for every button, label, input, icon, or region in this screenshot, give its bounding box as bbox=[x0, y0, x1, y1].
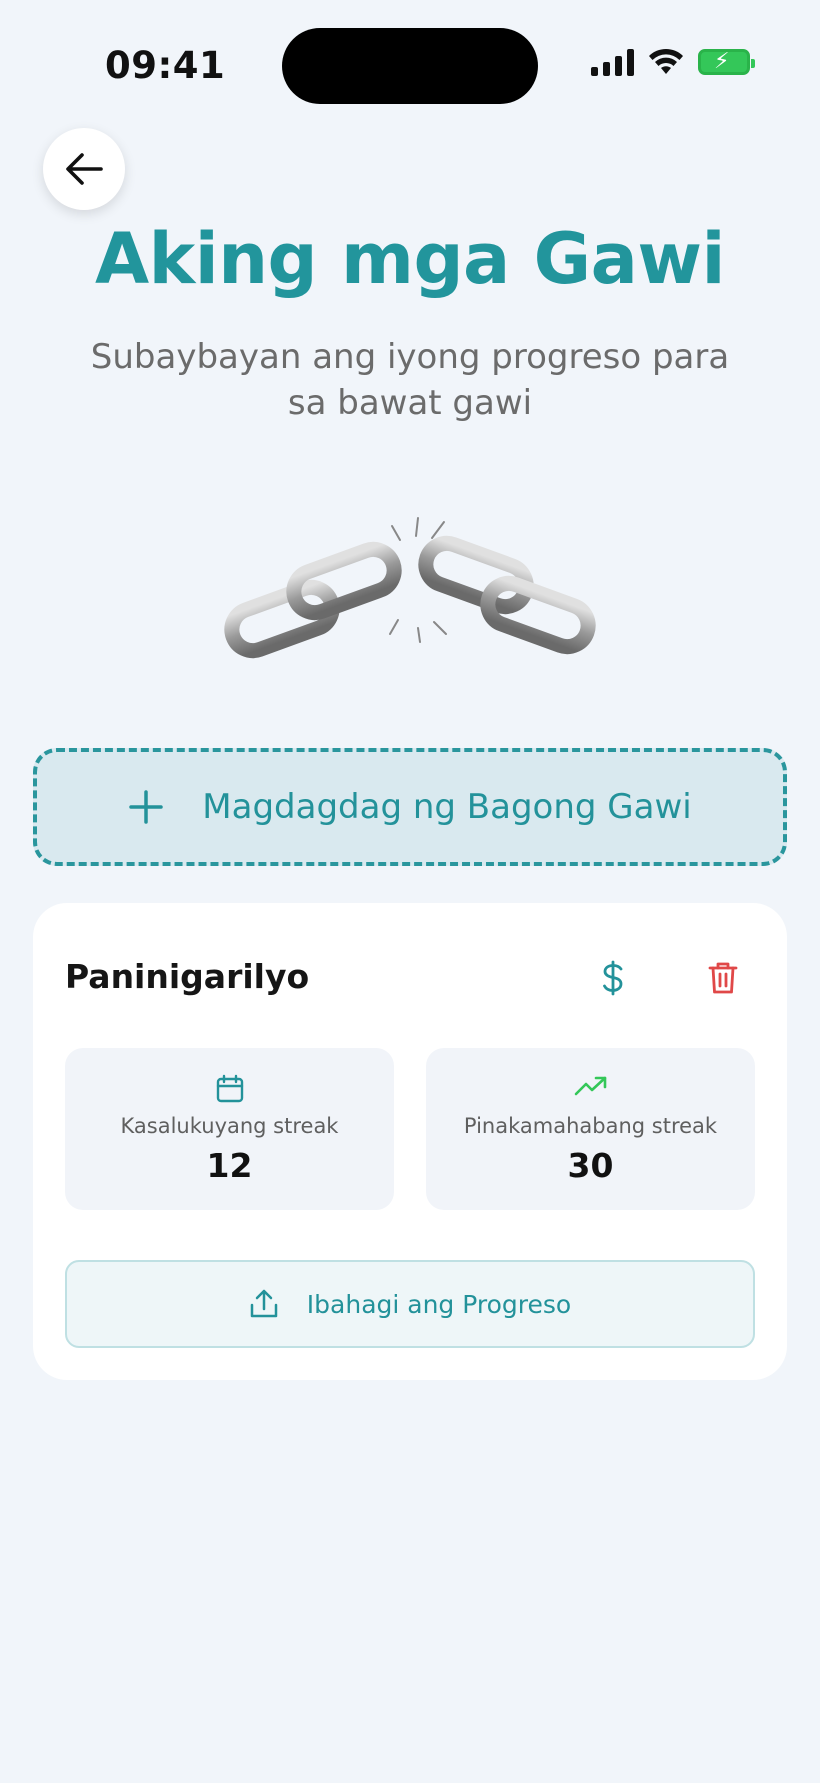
longest-streak-stat: Pinakamahabang streak 30 bbox=[426, 1048, 755, 1210]
cellular-signal-icon bbox=[591, 48, 634, 76]
longest-streak-label: Pinakamahabang streak bbox=[463, 1114, 718, 1138]
dynamic-island bbox=[282, 28, 538, 104]
share-progress-button[interactable]: Ibahagi ang Progreso bbox=[65, 1260, 755, 1348]
battery-charging-icon: ⚡ bbox=[698, 49, 755, 75]
plus-icon bbox=[129, 790, 164, 824]
share-progress-label: Ibahagi ang Progreso bbox=[306, 1289, 572, 1319]
page-subtitle: Subaybayan ang iyong progreso para sa ba… bbox=[90, 337, 730, 423]
wifi-icon bbox=[649, 48, 683, 74]
delete-habit-button[interactable] bbox=[698, 953, 748, 1003]
add-habit-label: Magdagdag ng Bagong Gawi bbox=[202, 787, 692, 827]
status-bar: 09:41 ⚡ bbox=[0, 0, 820, 130]
calendar-icon bbox=[216, 1074, 243, 1103]
status-time: 09:41 bbox=[105, 44, 226, 87]
broken-chain-illustration bbox=[224, 517, 596, 659]
trending-up-icon bbox=[574, 1076, 606, 1096]
current-streak-value: 12 bbox=[206, 1146, 253, 1185]
trash-icon bbox=[708, 962, 738, 994]
longest-streak-value: 30 bbox=[567, 1146, 614, 1185]
savings-button[interactable] bbox=[588, 953, 638, 1003]
arrow-left-icon bbox=[66, 153, 103, 185]
current-streak-stat: Kasalukuyang streak 12 bbox=[65, 1048, 394, 1210]
habit-card: Paninigarilyo Kasalukuyang streak 12 Pin… bbox=[33, 903, 787, 1380]
status-icons: ⚡ bbox=[591, 48, 755, 76]
habit-name: Paninigarilyo bbox=[65, 957, 310, 996]
page-title: Aking mga Gawi bbox=[94, 218, 726, 300]
current-streak-label: Kasalukuyang streak bbox=[120, 1114, 339, 1138]
share-icon bbox=[250, 1289, 278, 1318]
add-habit-button[interactable]: Magdagdag ng Bagong Gawi bbox=[33, 748, 787, 866]
dollar-icon bbox=[603, 960, 623, 996]
back-button[interactable] bbox=[43, 128, 125, 210]
